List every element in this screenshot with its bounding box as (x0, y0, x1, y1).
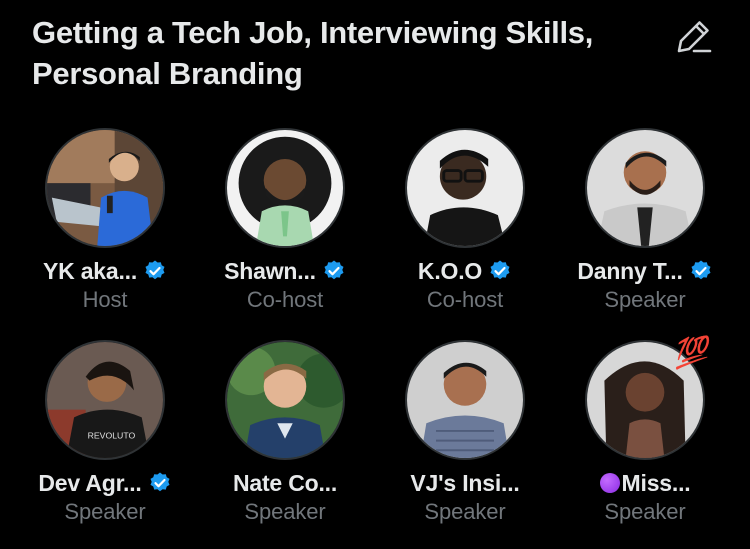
avatar[interactable] (225, 128, 345, 248)
participant-card[interactable]: REVOLUTO Dev Agr... Speaker (15, 340, 195, 540)
participant-name: Miss... (621, 469, 691, 496)
name-row: Dev Agr... (38, 468, 171, 498)
participant-grid: YK aka... Host Shawn... Co-host K.O.O Co… (15, 128, 735, 540)
participant-role: Speaker (64, 499, 146, 524)
name-row: Miss... (599, 468, 691, 498)
participant-card[interactable]: VJ's Insi... Speaker (375, 340, 555, 540)
participant-card[interactable]: Nate Co... Speaker (195, 340, 375, 540)
space-header: Getting a Tech Job, Interviewing Skills,… (32, 12, 732, 94)
participant-role: Host (82, 287, 128, 312)
verified-badge-icon (150, 472, 170, 492)
name-row: K.O.O (418, 256, 512, 286)
participant-name: Shawn... (224, 257, 316, 284)
pencil-icon (677, 21, 712, 53)
participant-role: Co-host (246, 287, 324, 312)
verified-badge-icon (324, 260, 344, 280)
name-row: Danny T... (577, 256, 712, 286)
name-row: Shawn... (224, 256, 346, 286)
space-title: Getting a Tech Job, Interviewing Skills,… (32, 15, 594, 91)
avatar[interactable] (405, 128, 525, 248)
name-row: YK aka... (43, 256, 167, 286)
participant-name: YK aka... (42, 257, 138, 284)
participant-role: Speaker (604, 499, 686, 524)
name-row: Nate Co... (233, 468, 337, 498)
participant-name: Nate Co... (232, 469, 338, 496)
participant-card[interactable]: Danny T... Speaker (555, 128, 735, 340)
participant-role: Co-host (426, 287, 504, 312)
space-participants-view: Getting a Tech Job, Interviewing Skills,… (0, 0, 750, 549)
verified-badge-icon (145, 260, 165, 280)
participant-role: Speaker (424, 499, 506, 524)
verified-badge-icon (691, 260, 711, 280)
avatar[interactable] (225, 340, 345, 460)
participant-card[interactable]: K.O.O Co-host (375, 128, 555, 340)
verified-badge-icon (490, 260, 510, 280)
participant-role: Speaker (244, 499, 326, 524)
avatar[interactable] (405, 340, 525, 460)
avatar[interactable] (45, 128, 165, 248)
purple-circle-icon (599, 473, 620, 493)
participant-card[interactable]: 💯 Miss... Speaker (555, 335, 735, 540)
avatar[interactable]: REVOLUTO (45, 340, 165, 460)
reaction-emoji: 💯 (671, 334, 710, 371)
participant-card[interactable]: Shawn... Co-host (195, 128, 375, 340)
participant-name: Dev Agr... (38, 469, 142, 496)
participant-role: Speaker (604, 287, 686, 312)
svg-text:REVOLUTO: REVOLUTO (88, 431, 136, 441)
participant-card[interactable]: YK aka... Host (15, 128, 195, 340)
name-row: VJ's Insi... (410, 468, 519, 498)
participant-name: Danny T... (577, 257, 683, 284)
edit-title-button[interactable] (674, 16, 714, 56)
avatar[interactable] (585, 128, 705, 248)
participant-name: K.O.O (417, 257, 483, 284)
participant-name: VJ's Insi... (410, 469, 520, 496)
